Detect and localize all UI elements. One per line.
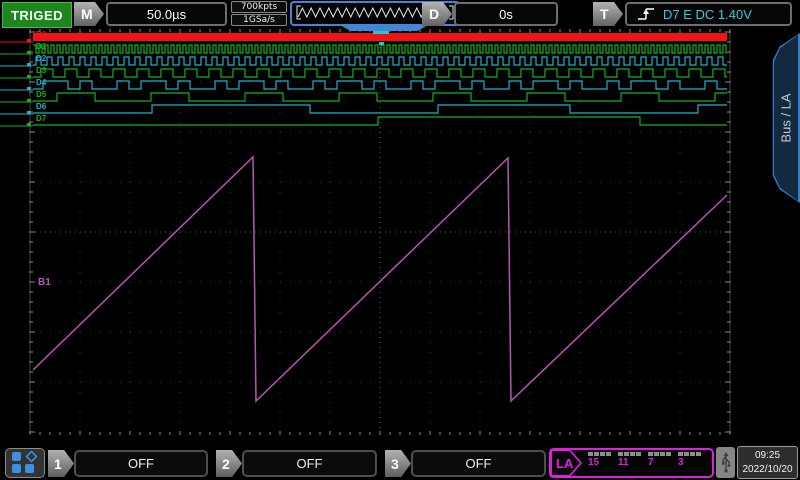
trigger-status-badge: TRIGED (2, 2, 72, 28)
la-channel-groups: 15 11 7 3 (588, 452, 701, 468)
timebase-value[interactable]: 50.0µs (106, 2, 227, 26)
bus-label: B1 (38, 277, 51, 288)
la-group: 7 (648, 452, 671, 468)
digital-waveform-D7 (33, 117, 727, 125)
clock-date: 2022/10/20 (742, 463, 792, 477)
la-group: 3 (678, 452, 701, 468)
la-group: 11 (618, 452, 641, 468)
sample-rate: 1GSa/s (231, 14, 287, 26)
digital-channel-label-D0: D0 (36, 31, 46, 39)
trigger-source-text: D7 E DC 1.40V (663, 7, 752, 22)
la-channel-squares (618, 452, 641, 456)
la-badge: LA (550, 449, 582, 477)
waveform-display (0, 0, 800, 480)
usb-indicator (716, 447, 735, 478)
digital-channel-label-D6: D6 (36, 103, 46, 111)
trigger-settings[interactable]: D7 E DC 1.40V (625, 2, 792, 26)
menu-grid-icon (9, 451, 41, 475)
rising-edge-icon (635, 5, 657, 23)
clock-time: 09:25 (755, 449, 780, 463)
digital-channel-label-D2: D2 (36, 55, 46, 63)
digital-channel-label-D5: D5 (36, 91, 46, 99)
channel-2-status[interactable]: OFF (242, 450, 377, 477)
menu-button[interactable] (5, 448, 45, 478)
digital-waveform-D2 (33, 57, 727, 65)
la-channel-squares (648, 452, 671, 456)
digital-channel-label-D1: D1 (36, 43, 46, 51)
digital-channel-label-D3: D3 (36, 67, 46, 75)
digital-channel-label-D4: D4 (36, 79, 46, 87)
memory-depth: 700kpts (231, 1, 287, 13)
la-group: 15 (588, 452, 611, 468)
bus-waveform-B1 (33, 157, 727, 401)
digital-waveform-D0 (33, 33, 727, 41)
digital-channel-label-D7: D7 (36, 115, 46, 123)
channel-3-status[interactable]: OFF (411, 450, 546, 477)
usb-icon (719, 451, 733, 475)
oscilloscope-screen: D0D1D2D3D4D5D6D7B1 TRIGED M 50.0µs 700kp… (0, 0, 800, 480)
clock[interactable]: 09:25 2022/10/20 (737, 446, 798, 479)
digital-waveform-D1 (33, 45, 727, 53)
digital-waveform-D6 (33, 105, 727, 113)
bus-la-tab-label: Bus / LA (778, 93, 793, 142)
preview-window-handle[interactable] (340, 25, 428, 31)
delay-value[interactable]: 0s (454, 2, 558, 26)
channel-1-status[interactable]: OFF (74, 450, 208, 477)
la-channel-squares (588, 452, 611, 456)
la-channel-squares (678, 452, 701, 456)
logic-analyzer-status[interactable]: LA 15 11 7 3 (549, 448, 714, 478)
